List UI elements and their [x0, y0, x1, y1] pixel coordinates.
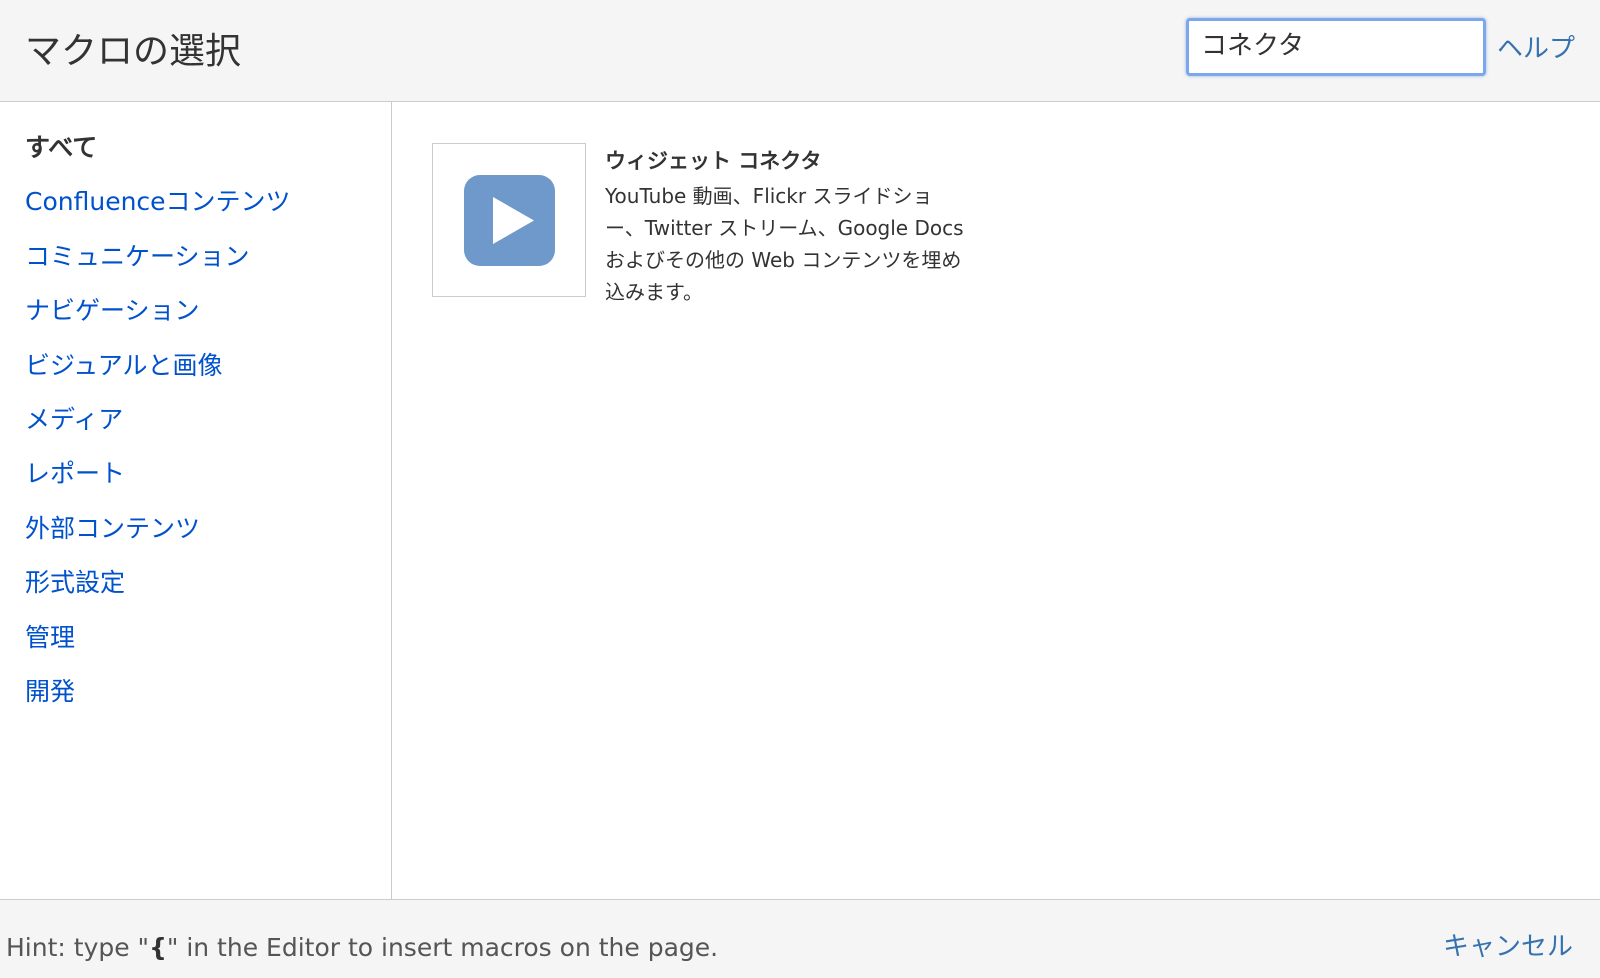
play-icon	[464, 175, 555, 266]
macro-result-widget-connector[interactable]: ウィジェット コネクタ YouTube 動画、Flickr スライドショー、Tw…	[432, 143, 972, 304]
dialog-title: マクロの選択	[25, 31, 242, 72]
category-media[interactable]: メディア	[25, 402, 291, 456]
macro-search-input[interactable]	[1186, 18, 1486, 76]
dialog-footer: Hint: type "{" in the Editor to insert m…	[0, 899, 1600, 978]
cancel-button[interactable]: キャンセル	[1443, 928, 1573, 966]
category-sidebar: すべて Confluenceコンテンツ コミュニケーション ナビゲーション ビジ…	[0, 102, 392, 899]
macro-thumbnail[interactable]	[432, 143, 586, 297]
category-navigation[interactable]: ナビゲーション	[25, 293, 291, 347]
category-all[interactable]: すべて	[25, 130, 291, 184]
help-link[interactable]: ヘルプ	[1497, 30, 1575, 68]
category-formatting[interactable]: 形式設定	[25, 565, 291, 619]
category-reporting[interactable]: レポート	[25, 456, 291, 510]
macro-name[interactable]: ウィジェット コネクタ	[605, 146, 821, 176]
category-visuals-images[interactable]: ビジュアルと画像	[25, 348, 291, 402]
category-confluence-content[interactable]: Confluenceコンテンツ	[25, 184, 291, 238]
hint-key: {	[149, 933, 167, 962]
category-development[interactable]: 開発	[25, 674, 291, 728]
category-communication[interactable]: コミュニケーション	[25, 239, 291, 293]
macro-description: YouTube 動画、Flickr スライドショー、Twitter ストリーム、…	[605, 184, 964, 304]
category-admin[interactable]: 管理	[25, 620, 291, 674]
macro-results-panel: ウィジェット コネクタ YouTube 動画、Flickr スライドショー、Tw…	[393, 102, 1600, 899]
hint-prefix: Hint: type "	[6, 933, 150, 962]
category-external-content[interactable]: 外部コンテンツ	[25, 511, 291, 565]
hint-suffix: " in the Editor to insert macros on the …	[166, 933, 719, 962]
category-list: すべて Confluenceコンテンツ コミュニケーション ナビゲーション ビジ…	[25, 130, 291, 728]
dialog-header: マクロの選択 ヘルプ	[0, 0, 1600, 102]
hint-text: Hint: type "{" in the Editor to insert m…	[6, 930, 718, 966]
